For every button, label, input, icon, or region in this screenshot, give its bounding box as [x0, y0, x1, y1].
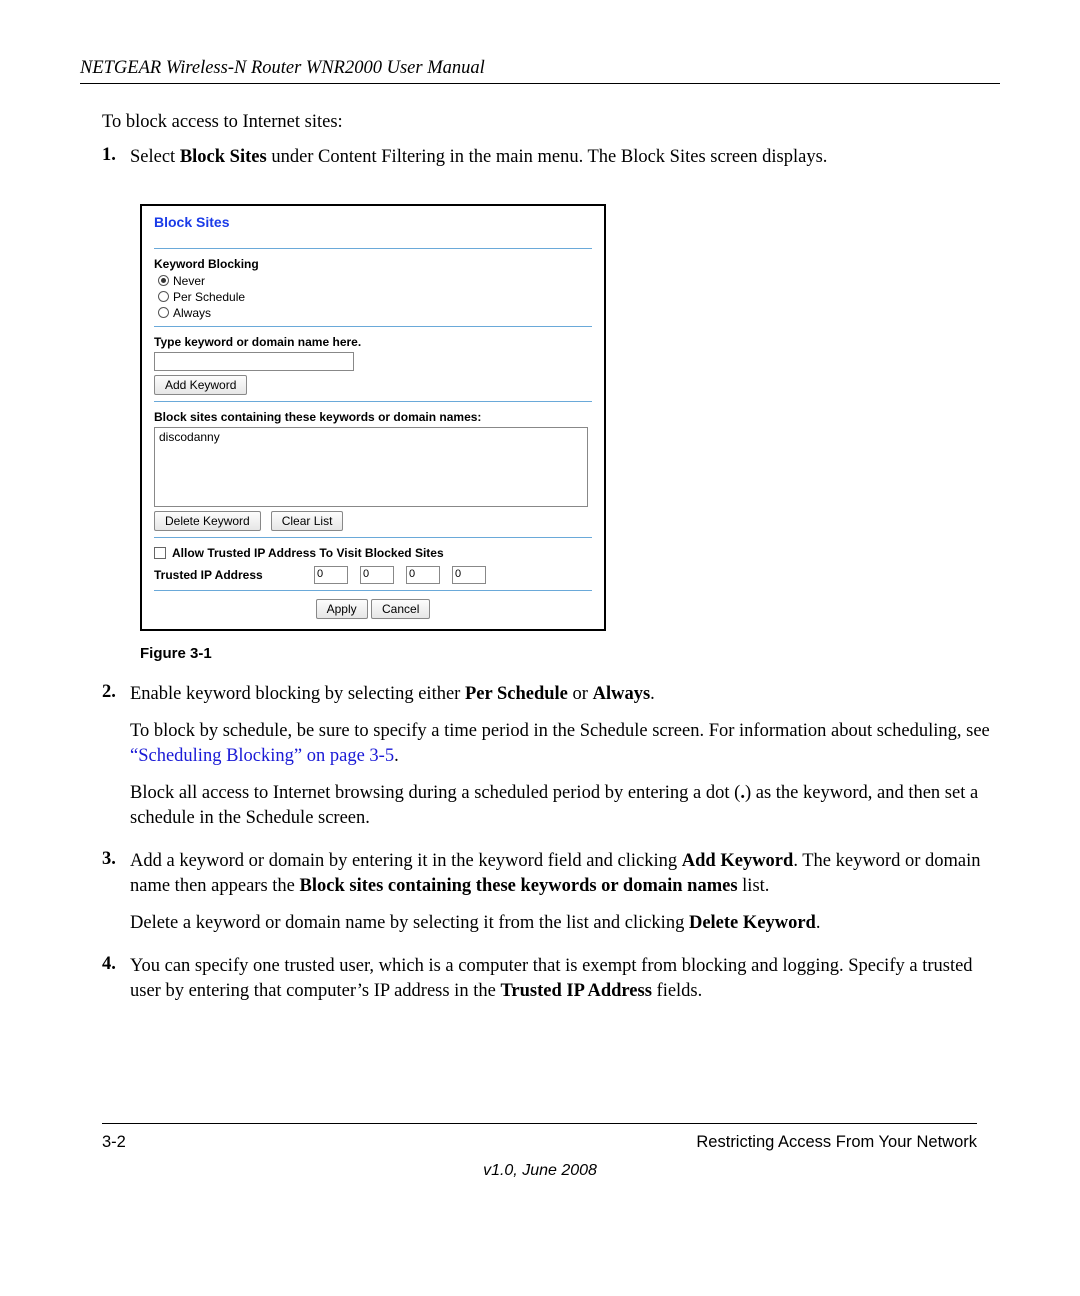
cancel-button[interactable]: Cancel — [371, 599, 430, 619]
list-item[interactable]: discodanny — [159, 430, 583, 444]
radio-always-label: Always — [173, 306, 211, 320]
intro-text: To block access to Internet sites: — [102, 112, 1000, 133]
divider — [154, 537, 592, 538]
step-4-p1: You can specify one trusted user, which … — [130, 954, 1000, 1004]
figure-3-1: Block Sites Keyword Blocking Never Per S… — [140, 204, 1000, 631]
allow-trusted-checkbox[interactable] — [154, 547, 166, 559]
ip-octet-4[interactable]: 0 — [452, 566, 486, 584]
radio-always[interactable]: Always — [158, 306, 592, 320]
divider — [154, 401, 592, 402]
allow-trusted-label: Allow Trusted IP Address To Visit Blocke… — [172, 546, 444, 560]
step-2-p2: To block by schedule, be sure to specify… — [130, 719, 1000, 769]
footer-rule — [102, 1123, 977, 1124]
step-1-text: Select Block Sites under Content Filteri… — [130, 145, 1000, 170]
radio-icon — [158, 307, 169, 318]
step-3-number: 3. — [102, 849, 130, 948]
radio-icon — [158, 275, 169, 286]
block-sites-screenshot: Block Sites Keyword Blocking Never Per S… — [140, 204, 606, 631]
step-2-p1: Enable keyword blocking by selecting eit… — [130, 682, 1000, 707]
type-keyword-label: Type keyword or domain name here. — [154, 335, 592, 349]
step-2: 2. Enable keyword blocking by selecting … — [102, 682, 1000, 843]
steps-list-cont: 2. Enable keyword blocking by selecting … — [80, 682, 1000, 1016]
header-rule — [80, 83, 1000, 84]
step-3-p1: Add a keyword or domain by entering it i… — [130, 849, 1000, 899]
page-number: 3-2 — [102, 1133, 126, 1152]
panel-title: Block Sites — [154, 214, 592, 230]
block-list-label: Block sites containing these keywords or… — [154, 410, 592, 424]
figure-caption: Figure 3-1 — [140, 645, 1000, 662]
steps-list: 1. Select Block Sites under Content Filt… — [80, 145, 1000, 182]
step-2-p3: Block all access to Internet browsing du… — [130, 781, 1000, 831]
step-3: 3. Add a keyword or domain by entering i… — [102, 849, 1000, 948]
ip-octet-2[interactable]: 0 — [360, 566, 394, 584]
add-keyword-button[interactable]: Add Keyword — [154, 375, 247, 395]
radio-never-label: Never — [173, 274, 205, 288]
clear-list-button[interactable]: Clear List — [271, 511, 344, 531]
step-3-p2: Delete a keyword or domain name by selec… — [130, 911, 1000, 936]
step-4: 4. You can specify one trusted user, whi… — [102, 954, 1000, 1016]
keyword-listbox[interactable]: discodanny — [154, 427, 588, 507]
radio-per-label: Per Schedule — [173, 290, 245, 304]
step-2-number: 2. — [102, 682, 130, 843]
radio-never[interactable]: Never — [158, 274, 592, 288]
footer-row: 3-2 Restricting Access From Your Network — [102, 1133, 977, 1152]
doc-version: v1.0, June 2008 — [0, 1162, 1080, 1180]
step-1-number: 1. — [102, 145, 130, 182]
apply-button[interactable]: Apply — [316, 599, 368, 619]
divider — [154, 326, 592, 327]
section-title: Restricting Access From Your Network — [696, 1133, 977, 1152]
divider — [154, 590, 592, 591]
ip-octet-3[interactable]: 0 — [406, 566, 440, 584]
delete-keyword-button[interactable]: Delete Keyword — [154, 511, 261, 531]
step-1: 1. Select Block Sites under Content Filt… — [102, 145, 1000, 182]
scheduling-link[interactable]: “Scheduling Blocking” on page 3-5 — [130, 746, 394, 766]
doc-header-title: NETGEAR Wireless-N Router WNR2000 User M… — [80, 58, 1000, 79]
keyword-input[interactable] — [154, 352, 354, 371]
radio-icon — [158, 291, 169, 302]
step-4-number: 4. — [102, 954, 130, 1016]
ip-octet-1[interactable]: 0 — [314, 566, 348, 584]
trusted-ip-row: Trusted IP Address 0 0 0 0 — [154, 566, 592, 584]
divider — [154, 248, 592, 249]
radio-per-schedule[interactable]: Per Schedule — [158, 290, 592, 304]
keyword-blocking-heading: Keyword Blocking — [154, 257, 592, 271]
trusted-ip-label: Trusted IP Address — [154, 568, 304, 582]
